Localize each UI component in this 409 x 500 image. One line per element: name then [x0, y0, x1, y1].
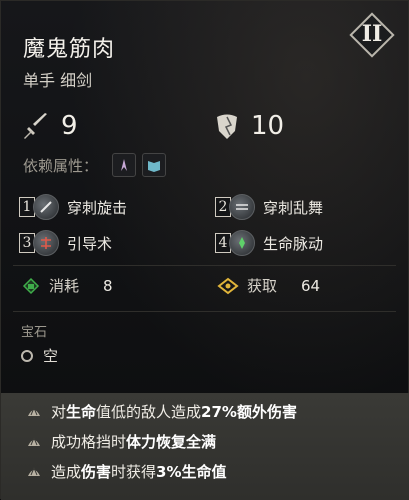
- effect-line: 对生命值低的敌人造成27%额外伤害: [25, 399, 297, 423]
- skill-slot-4[interactable]: 4 生命脉动: [215, 229, 323, 257]
- effect-text: 成功格挡时体力恢复全满: [51, 432, 217, 451]
- skill-slot-3[interactable]: 3 引导术: [19, 229, 112, 257]
- rune-bullet-icon: [28, 406, 40, 416]
- rune-bullet-icon: [28, 436, 40, 446]
- consume-label: 消耗: [49, 277, 80, 295]
- intelligence-attribute-icon[interactable]: [142, 153, 167, 177]
- effects-band: 对生命值低的敌人造成27%额外伤害 成功格挡时体力恢复全满 造成伤害时获得3%生…: [1, 393, 409, 500]
- skill-name: 穿刺旋击: [67, 198, 128, 217]
- divider: [13, 265, 396, 266]
- gem-slot[interactable]: 空: [21, 345, 58, 366]
- empty-gem-socket-icon: [21, 349, 33, 362]
- shield-icon: [217, 114, 237, 139]
- gain-icon: [217, 277, 239, 294]
- item-name: 魔鬼筋肉: [23, 37, 116, 62]
- divider: [13, 311, 396, 312]
- agility-attribute-icon[interactable]: [112, 153, 137, 177]
- requirements-label: 依赖属性：: [23, 156, 99, 175]
- defense-stat: 10: [213, 109, 284, 143]
- attribute-requirements: 依赖属性：: [23, 153, 167, 177]
- defense-value: 10: [251, 111, 285, 141]
- rune-bullet-icon: [28, 466, 40, 476]
- item-tooltip-panel: 魔鬼筋肉 单手 细剑 II 9 10 依赖属性： 1 穿刺旋击 2 穿刺乱舞 3…: [0, 0, 409, 500]
- pierce-flurry-skill-icon: [229, 194, 255, 220]
- skill-name: 穿刺乱舞: [263, 198, 324, 217]
- skill-name: 生命脉动: [263, 234, 324, 253]
- consume-value: 8: [103, 276, 113, 295]
- skill-slot-2[interactable]: 2 穿刺乱舞: [215, 193, 323, 221]
- attack-value: 9: [61, 111, 78, 141]
- effect-text: 造成伤害时获得3%生命值: [51, 462, 227, 481]
- guidance-skill-icon: [33, 230, 59, 256]
- item-level: II: [361, 21, 383, 47]
- skill-slot-1[interactable]: 1 穿刺旋击: [19, 193, 127, 221]
- gain-stat: 获取 64: [217, 275, 320, 296]
- gain-value: 64: [301, 276, 321, 295]
- gem-slot-text: 空: [43, 347, 59, 365]
- consume-stat: 消耗 8: [21, 275, 113, 296]
- item-level-badge: II: [349, 12, 395, 58]
- pierce-spin-skill-icon: [33, 194, 59, 220]
- gem-heading: 宝石: [21, 325, 48, 340]
- effect-text: 对生命值低的敌人造成27%额外伤害: [51, 402, 297, 421]
- attack-stat: 9: [21, 109, 78, 143]
- item-type: 单手 细剑: [23, 71, 93, 90]
- effect-line: 造成伤害时获得3%生命值: [25, 459, 227, 483]
- skill-name: 引导术: [67, 234, 113, 253]
- life-pulse-skill-icon: [229, 230, 255, 256]
- sword-icon: [24, 113, 47, 139]
- gain-label: 获取: [247, 277, 278, 295]
- effect-line: 成功格挡时体力恢复全满: [25, 429, 216, 453]
- consume-icon: [22, 277, 40, 294]
